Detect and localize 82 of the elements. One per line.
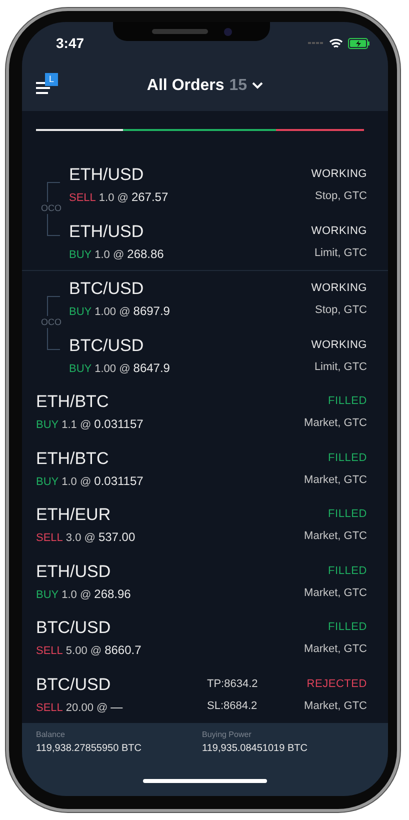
currency-pair: BTC/USD <box>69 279 145 300</box>
summary-value: 119,938.27855950 BTC <box>36 742 142 755</box>
order-type: Limit, GTC <box>314 246 367 260</box>
order-type: Market, GTC <box>304 698 367 713</box>
order-type: Market, GTC <box>304 529 367 544</box>
order-type: Limit, GTC <box>314 360 367 374</box>
order-quantity: 1.0 @ <box>62 588 92 602</box>
order-quantity: 3.0 @ <box>66 531 96 546</box>
currency-pair: BTC/USD <box>36 618 112 638</box>
order-price: 268.96 <box>94 586 131 601</box>
orders-filter-dropdown[interactable]: All Orders 15 <box>146 74 264 98</box>
bracket-line <box>47 182 60 202</box>
take-profit: TP:8634.2 <box>207 676 259 691</box>
chevron-down-icon <box>252 82 264 89</box>
speaker-icon <box>152 29 208 34</box>
order-status: REJECTED <box>306 676 367 691</box>
currency-pair: ETH/BTC <box>36 392 110 412</box>
signal-icon <box>308 42 324 44</box>
currency-pair: BTC/USD <box>36 674 112 695</box>
order-type: Market, GTC <box>304 586 367 600</box>
order-side: BUY <box>36 418 59 432</box>
order-type: Market, GTC <box>304 472 367 487</box>
order-price: 268.86 <box>127 246 164 261</box>
order-price: 537.00 <box>98 530 136 544</box>
order-price: 267.57 <box>131 190 168 204</box>
battery-icon <box>348 38 370 48</box>
currency-pair: ETH/BTC <box>36 448 110 469</box>
order-side: SELL <box>36 531 63 546</box>
menu-icon <box>36 82 52 95</box>
summary-value: 119,935.08451019 BTC <box>202 742 308 755</box>
order-status: WORKING <box>311 167 367 182</box>
order-price: — <box>110 700 123 714</box>
order-price: 8697.9 <box>133 304 170 318</box>
order-side: SELL <box>69 191 96 206</box>
camera-icon <box>224 28 232 36</box>
bracket-line <box>47 296 60 316</box>
wifi-icon <box>329 38 343 48</box>
currency-pair: ETH/USD <box>69 222 145 242</box>
oco-label: OCO <box>41 316 62 328</box>
order-quantity: 1.0 @ <box>94 248 124 262</box>
order-side: BUY <box>36 588 59 602</box>
order-quantity: 20.00 @ <box>66 700 108 715</box>
summary-label: Balance <box>36 729 66 740</box>
order-type: Market, GTC <box>304 416 367 430</box>
order-price: 0.031157 <box>94 474 144 488</box>
currency-pair: ETH/USD <box>36 562 112 582</box>
order-type: Market, GTC <box>304 642 367 656</box>
order-side: BUY <box>69 248 92 262</box>
order-status: WORKING <box>311 338 367 352</box>
currency-pair: ETH/USD <box>69 165 145 186</box>
order-price: 8660.7 <box>104 643 142 658</box>
order-status: FILLED <box>328 507 367 522</box>
order-status: WORKING <box>311 281 367 296</box>
order-quantity: 1.00 @ <box>94 362 130 376</box>
order-side: SELL <box>36 700 63 715</box>
order-quantity: 5.00 @ <box>66 644 102 658</box>
order-price: 8647.9 <box>133 360 170 375</box>
order-status: FILLED <box>328 450 367 465</box>
order-side: SELL <box>36 644 63 658</box>
status-time: 3:47 <box>56 34 84 52</box>
summary-label: Buying Power <box>202 729 252 740</box>
order-status: WORKING <box>311 224 367 238</box>
order-quantity: 1.1 @ <box>62 418 92 432</box>
order-status: FILLED <box>328 394 367 408</box>
order-quantity: 1.00 @ <box>94 305 130 320</box>
order-quantity: 1.0 @ <box>62 474 92 489</box>
order-side: BUY <box>36 474 59 489</box>
bracket-line <box>47 214 60 236</box>
stop-loss: SL:8684.2 <box>207 698 258 713</box>
order-type: Stop, GTC <box>315 303 367 318</box>
account-badge: L <box>45 73 58 86</box>
order-status: FILLED <box>328 564 367 578</box>
currency-pair: ETH/EUR <box>36 505 112 526</box>
currency-pair: BTC/USD <box>69 336 145 356</box>
order-side: BUY <box>69 305 92 320</box>
bracket-line <box>47 328 60 350</box>
order-type: Stop, GTC <box>315 189 367 204</box>
order-status: FILLED <box>328 620 367 634</box>
order-quantity: 1.0 @ <box>98 191 128 206</box>
order-price: 0.031157 <box>94 417 144 432</box>
order-side: BUY <box>69 362 92 376</box>
oco-label: OCO <box>41 202 62 214</box>
